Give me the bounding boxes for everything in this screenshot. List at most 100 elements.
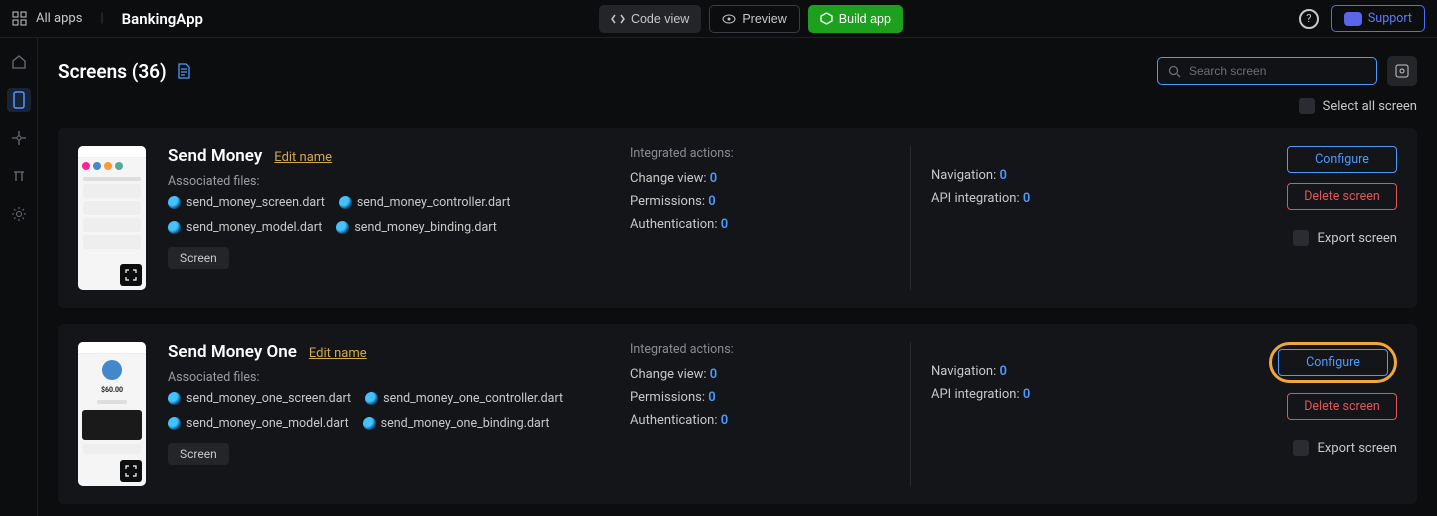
document-icon[interactable] (177, 63, 191, 79)
card-name-row: Send Money One Edit name (168, 342, 608, 362)
screen-tag: Screen (168, 247, 229, 269)
delete-screen-button[interactable]: Delete screen (1287, 183, 1397, 210)
stat-label: Navigation: (931, 364, 996, 379)
sidebar-typography[interactable] (7, 164, 31, 188)
page-title: Screens (36) (58, 60, 167, 83)
content: Screens (36) Select all screen (38, 38, 1437, 516)
file-chip[interactable]: send_money_one_binding.dart (363, 416, 550, 431)
stats-wrap: Integrated actions: Change view: 0 Permi… (630, 146, 1225, 290)
export-checkbox[interactable] (1293, 440, 1309, 456)
support-button[interactable]: Support (1331, 5, 1425, 32)
stats-right: Navigation: 0 API integration: 0 (910, 342, 1110, 486)
file-name: send_money_one_binding.dart (381, 416, 550, 431)
select-all-row: Select all screen (58, 98, 1417, 114)
screen-card: Send Money Edit name Associated files: s… (58, 128, 1417, 308)
search-box[interactable] (1157, 57, 1377, 85)
file-name: send_money_model.dart (186, 220, 322, 235)
file-name: send_money_controller.dart (357, 195, 511, 210)
build-icon (820, 12, 833, 25)
delete-screen-button[interactable]: Delete screen (1287, 393, 1397, 420)
stat-change-view: Change view: 0 (630, 367, 890, 382)
screen-tag: Screen (168, 443, 229, 465)
select-all-label: Select all screen (1323, 99, 1417, 114)
stat-value: 0 (999, 364, 1006, 379)
expand-thumbnail-button[interactable] (120, 460, 142, 482)
dart-icon (339, 196, 352, 209)
sidebar-screens[interactable] (7, 88, 31, 112)
screen-name: Send Money (168, 146, 262, 166)
export-label: Export screen (1317, 231, 1397, 246)
help-icon[interactable]: ? (1299, 9, 1319, 29)
stats-left: Integrated actions: Change view: 0 Permi… (630, 146, 890, 290)
preview-label: Preview (742, 12, 786, 26)
sidebar-integrations[interactable] (7, 126, 31, 150)
topbar-left: All apps | BankingApp (12, 10, 203, 28)
code-view-button[interactable]: Code view (599, 5, 701, 33)
build-app-button[interactable]: Build app (808, 5, 903, 33)
dart-icon (168, 417, 181, 430)
stats-right: Navigation: 0 API integration: 0 (910, 146, 1110, 290)
stat-value: 0 (1023, 191, 1030, 206)
export-label: Export screen (1317, 441, 1397, 456)
stat-navigation: Navigation: 0 (931, 168, 1110, 183)
code-icon (611, 13, 625, 25)
stat-value: 0 (708, 194, 715, 209)
file-name: send_money_screen.dart (186, 195, 325, 210)
file-chip[interactable]: send_money_one_screen.dart (168, 391, 351, 406)
files-row: send_money_one_screen.dart send_money_on… (168, 391, 608, 431)
file-chip[interactable]: send_money_one_controller.dart (365, 391, 563, 406)
sidebar (0, 38, 38, 516)
file-chip[interactable]: send_money_model.dart (168, 220, 322, 235)
file-name: send_money_one_screen.dart (186, 391, 351, 406)
main: Screens (36) Select all screen (0, 38, 1437, 516)
select-all-checkbox[interactable] (1299, 98, 1315, 114)
screen-card: $60.00 Send Money One Edit name Associat… (58, 324, 1417, 504)
eye-icon (722, 14, 736, 24)
topbar: All apps | BankingApp Code view Preview … (0, 0, 1437, 38)
stat-value: 0 (708, 390, 715, 405)
filter-settings-button[interactable] (1387, 56, 1417, 86)
edit-name-link[interactable]: Edit name (274, 150, 332, 165)
search-input[interactable] (1189, 64, 1366, 78)
preview-button[interactable]: Preview (709, 5, 799, 33)
export-checkbox[interactable] (1293, 230, 1309, 246)
configure-button[interactable]: Configure (1287, 146, 1397, 173)
stat-permissions: Permissions: 0 (630, 390, 890, 405)
file-chip[interactable]: send_money_binding.dart (336, 220, 497, 235)
stat-label: Authentication: (630, 217, 718, 232)
stat-navigation: Navigation: 0 (931, 364, 1110, 379)
stat-label: Authentication: (630, 413, 718, 428)
stat-permissions: Permissions: 0 (630, 194, 890, 209)
apps-grid-icon[interactable] (12, 11, 28, 27)
stat-label: Permissions: (630, 390, 705, 405)
build-app-label: Build app (839, 12, 891, 26)
sidebar-settings[interactable] (7, 202, 31, 226)
file-chip[interactable]: send_money_screen.dart (168, 195, 325, 210)
export-row: Export screen (1293, 440, 1397, 456)
dart-icon (168, 221, 181, 234)
content-header: Screens (36) (58, 56, 1417, 86)
stats-wrap: Integrated actions: Change view: 0 Permi… (630, 342, 1225, 486)
file-chip[interactable]: send_money_controller.dart (339, 195, 511, 210)
topbar-right: ? Support (1299, 5, 1425, 32)
stat-value: 0 (710, 171, 717, 186)
dart-icon (168, 196, 181, 209)
edit-name-link[interactable]: Edit name (309, 346, 367, 361)
stat-value: 0 (1023, 387, 1030, 402)
stat-label: Permissions: (630, 194, 705, 209)
header-controls (1157, 56, 1417, 86)
search-icon (1168, 65, 1181, 78)
file-chip[interactable]: send_money_one_model.dart (168, 416, 349, 431)
files-row: send_money_screen.dart send_money_contro… (168, 195, 608, 235)
expand-thumbnail-button[interactable] (120, 264, 142, 286)
dart-icon (168, 392, 181, 405)
all-apps-link[interactable]: All apps (36, 11, 82, 26)
dart-icon (336, 221, 349, 234)
card-name-row: Send Money Edit name (168, 146, 608, 166)
stat-value: 0 (721, 413, 728, 428)
card-info: Send Money One Edit name Associated file… (168, 342, 608, 486)
configure-button[interactable]: Configure (1278, 349, 1388, 376)
stat-authentication: Authentication: 0 (630, 413, 890, 428)
sidebar-home[interactable] (7, 50, 31, 74)
app-name: BankingApp (122, 10, 203, 28)
